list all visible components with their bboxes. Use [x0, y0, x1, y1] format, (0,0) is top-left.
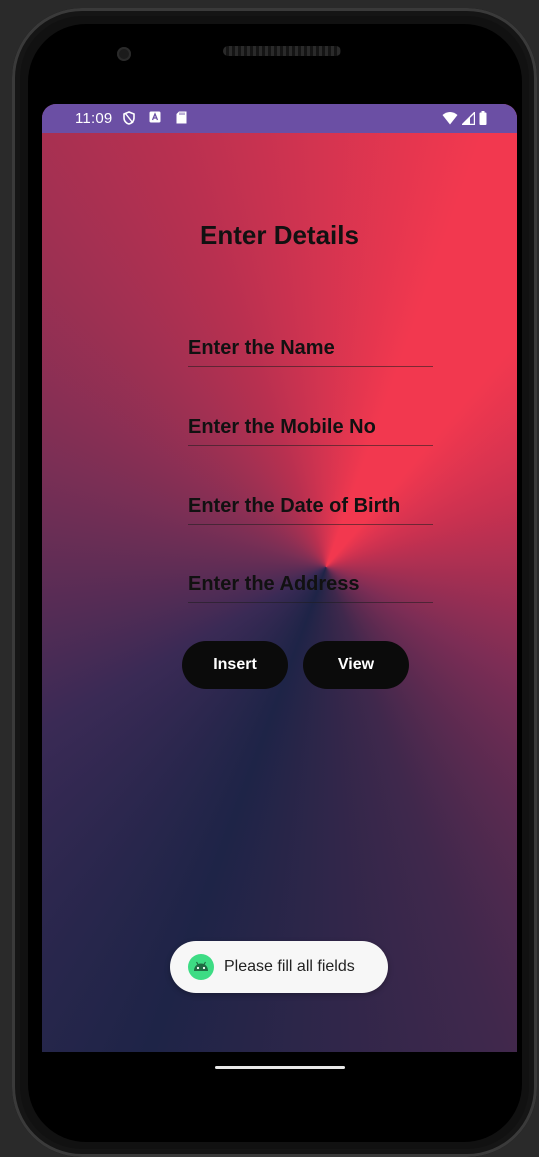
signal-icon	[462, 111, 475, 125]
earpiece-speaker	[223, 46, 341, 56]
home-gesture-bar[interactable]	[215, 1066, 345, 1069]
address-input[interactable]	[188, 573, 433, 596]
toast-message: Please fill all fields	[170, 941, 388, 993]
mobile-field	[188, 411, 433, 446]
android-icon	[188, 954, 214, 980]
page-title: Enter Details	[200, 220, 359, 250]
name-input[interactable]	[188, 337, 433, 360]
address-field	[188, 568, 433, 603]
device-canvas: 11:09 Enter Details Enter the Name Enter…	[0, 0, 539, 1157]
mobile-input[interactable]	[188, 416, 433, 439]
name-field	[188, 332, 433, 367]
app-screen: 11:09 Enter Details Enter the Name Enter…	[42, 104, 517, 1052]
front-camera	[117, 47, 131, 61]
battery-icon	[479, 111, 487, 125]
status-bar: 11:09	[42, 104, 517, 133]
navigation-bar	[42, 1052, 517, 1092]
shield-icon	[123, 111, 135, 125]
toast-text: Please fill all fields	[224, 958, 355, 975]
wifi-icon	[442, 111, 458, 124]
a-box-icon	[149, 111, 161, 123]
dob-field	[188, 490, 433, 525]
view-button[interactable]: View	[303, 641, 409, 689]
status-right-icons	[442, 110, 487, 126]
dob-input[interactable]	[188, 495, 433, 518]
sd-card-icon	[176, 111, 187, 124]
status-time: 11:09	[75, 110, 113, 127]
insert-button[interactable]: Insert	[182, 641, 288, 689]
